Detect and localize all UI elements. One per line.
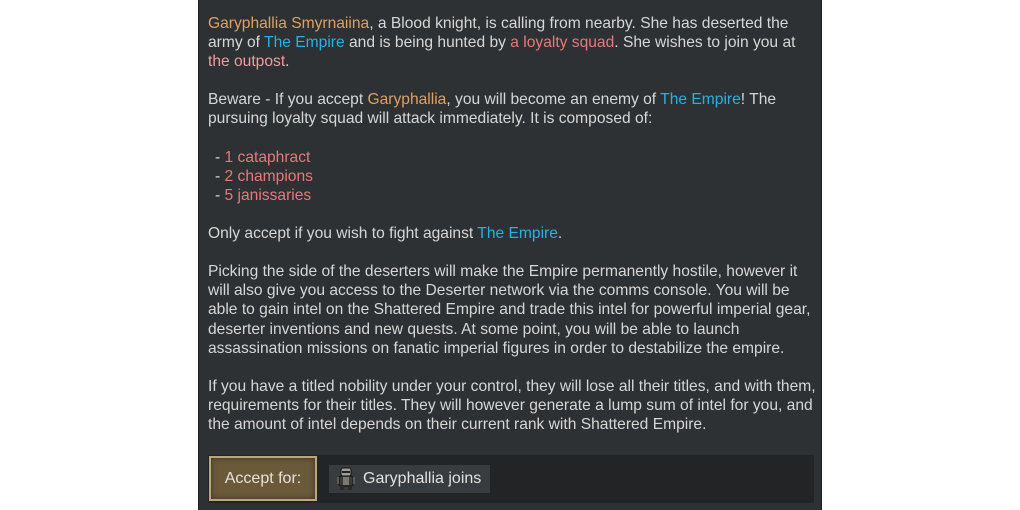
deserter-network-paragraph: Picking the side of the deserters will m… — [208, 263, 811, 357]
text-fragment: and is being hunted by — [344, 34, 511, 52]
option-bar: Accept for: Garyphallia joins — [208, 455, 814, 503]
faction-name: The Empire — [660, 91, 741, 109]
text-fragment: Beware - If you accept — [208, 91, 368, 109]
pawn-portrait-icon — [335, 467, 357, 491]
list-dash: - — [215, 167, 225, 185]
deserter-short-name: Garyphallia — [367, 91, 447, 109]
reward-item[interactable]: Garyphallia joins — [329, 465, 491, 493]
text-fragment: . — [557, 225, 563, 243]
text-fragment: , you will become an enemy of — [446, 91, 661, 109]
deserter-name: Garyphallia Smyrnaiina — [208, 15, 370, 32]
accept-button-label: Accept for: — [224, 469, 302, 487]
list-item: - 5 janissaries — [208, 186, 820, 205]
destination-name: the outpost — [208, 53, 286, 71]
quest-letter-dialog: Garyphallia Smyrnaiina, a Blood knight, … — [198, 0, 822, 510]
enemy-unit: 2 champions — [224, 167, 313, 185]
accept-button[interactable]: Accept for: — [209, 456, 317, 501]
list-dash: - — [215, 148, 225, 166]
hunters-name: a loyalty squad — [510, 34, 615, 52]
enemy-unit: 5 janissaries — [224, 186, 312, 204]
warning-paragraph: Beware - If you accept Garyphallia, you … — [208, 90, 820, 128]
enemy-unit: 1 cataphract — [224, 148, 311, 166]
text-fragment: Only accept if you wish to fight against — [208, 225, 478, 243]
accept-warning-paragraph: Only accept if you wish to fight against… — [208, 224, 820, 243]
letter-text: Garyphallia Smyrnaiina, a Blood knight, … — [208, 14, 820, 453]
list-item: - 1 cataphract — [208, 148, 820, 167]
reward-label: Garyphallia joins — [363, 470, 482, 487]
text-fragment: . She wishes to join you at — [614, 34, 796, 52]
intro-paragraph: Garyphallia Smyrnaiina, a Blood knight, … — [208, 14, 820, 71]
text-fragment: . — [285, 53, 290, 71]
list-item: - 2 champions — [208, 167, 820, 186]
list-dash: - — [215, 186, 225, 204]
nobility-paragraph: If you have a titled nobility under your… — [208, 377, 816, 433]
faction-name: The Empire — [477, 225, 558, 243]
enemy-composition-list: - 1 cataphract - 2 champions - 5 janissa… — [208, 148, 820, 205]
faction-name: The Empire — [264, 34, 345, 52]
